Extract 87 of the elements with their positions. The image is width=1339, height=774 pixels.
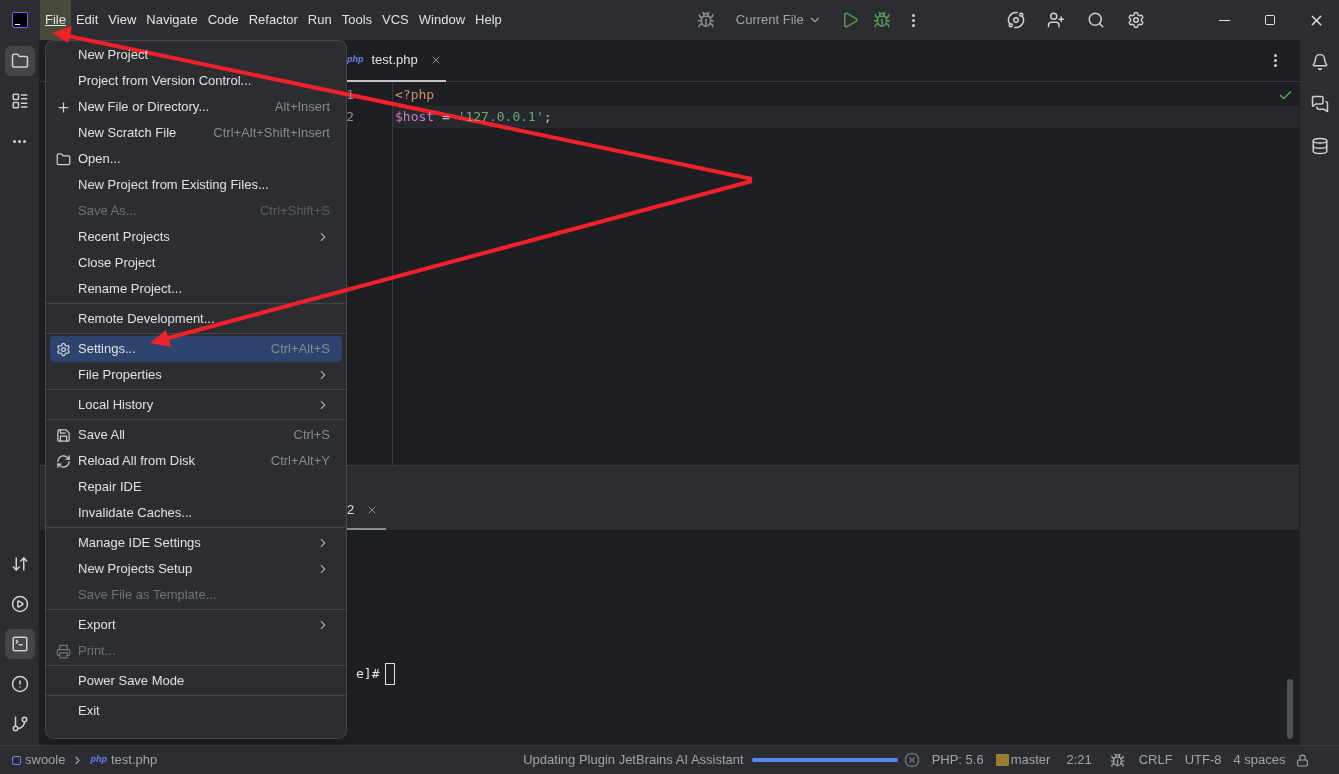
code-line: <?php [395,87,435,102]
menu-item[interactable]: Invalidate Caches... [50,500,342,526]
terminal-cursor [385,663,396,685]
search-icon [1086,11,1105,29]
menu-item[interactable]: Manage IDE Settings [50,530,342,556]
play-icon [10,595,29,613]
terminal-prompt: e]# [356,665,380,684]
menu-bar-item[interactable]: Edit [70,0,104,40]
tab-title: test.php [371,50,418,69]
cancel-icon [903,752,920,768]
menu-item[interactable]: Open... [50,146,342,172]
alert-icon [10,675,29,693]
more-icon [13,139,26,143]
folder-icon [56,151,71,167]
breadcrumb[interactable]: swoole [25,750,66,770]
arrows-icon [10,555,29,573]
menu-bar-item[interactable]: View [103,0,142,40]
menu-item[interactable]: Save All Ctrl+S [50,422,342,448]
menu-item[interactable]: New Projects Setup [50,556,342,582]
terminal-button[interactable] [4,629,35,659]
scrollbar [1287,679,1293,739]
line-separator[interactable]: CRLF [1138,750,1173,770]
menu-item[interactable]: Export [50,612,342,638]
cursor-position[interactable]: 2:21 [1066,750,1092,770]
minimize-icon [1218,19,1230,21]
menu-bar-item[interactable]: Window [413,0,471,40]
bug-icon [696,11,715,29]
sftp-icon [995,754,1009,766]
menu-item[interactable]: Project from Version Control... [50,68,342,94]
menu-bar-item[interactable]: Code [202,0,244,40]
indent-setting[interactable]: 4 spaces [1233,750,1286,770]
task-text: Updating Plugin JetBrains AI Assistant [523,751,744,770]
branch-icon [10,715,29,733]
menu-item[interactable]: Repair IDE [50,474,342,500]
spiral-icon [1006,11,1025,29]
module-icon [12,755,21,765]
plus-icon [56,99,71,115]
menu-item[interactable]: Reload All from Disk Ctrl+Alt+Y [50,448,342,474]
folder-button[interactable] [4,46,35,76]
branch-name[interactable]: master [1010,750,1051,770]
menu-bar-item[interactable]: Help [470,0,507,40]
structure-icon [10,92,29,110]
menu-item[interactable]: Close Project [50,250,342,276]
menu-item[interactable]: Local History [50,392,342,418]
menu-item[interactable]: Recent Projects [50,224,342,250]
line-number: 2 [346,108,354,126]
settings-icon [1126,11,1145,29]
menu-item[interactable]: New File or Directory... Alt+Insert [50,94,342,120]
run-config-dropdown[interactable]: Current File [735,10,822,30]
printer-icon [56,643,71,659]
menu-item[interactable]: Rename Project... [50,276,342,302]
breadcrumb[interactable]: test.php [110,750,158,770]
menu-item[interactable]: Remote Development... [50,306,342,332]
file-type-label: php [347,52,364,66]
floppy-icon [56,427,71,443]
menu-item[interactable]: Exit [50,698,342,724]
reload-icon [56,453,71,469]
chat-icon [1310,95,1329,113]
folder-icon [10,52,29,70]
add-user-icon [1046,11,1065,29]
database-icon [1310,137,1329,155]
menu-bar-item[interactable]: VCS [377,0,414,40]
php-version[interactable]: PHP: 5.6 [931,750,984,770]
menu-bar-item[interactable]: Tools [336,0,378,40]
terminal-icon [10,635,29,653]
line-number: 1 [346,86,354,104]
menu-bar-item[interactable]: Refactor [243,0,303,40]
menu-item[interactable]: File Properties [50,362,342,388]
app-logo-icon [12,12,28,28]
menu-item[interactable]: Power Save Mode [50,668,342,694]
menu-bar-item[interactable]: Run [302,0,337,40]
debug-icon [872,11,891,29]
menu-bar-item[interactable]: Navigate [141,0,203,40]
menu-item[interactable]: Settings... Ctrl+Alt+S [50,336,342,362]
encoding[interactable]: UTF-8 [1184,750,1222,770]
settings-icon [56,341,71,357]
notifications-icon [1310,53,1329,71]
menu-item[interactable]: New Scratch File Ctrl+Alt+Shift+Insert [50,120,342,146]
menu-item[interactable]: New Project from Existing Files... [50,172,342,198]
lock-icon [1295,753,1309,767]
cancel-button[interactable] [903,752,920,768]
more-icon [912,13,916,27]
bug-icon [1109,752,1125,768]
file-type-label: php [90,753,107,767]
maximize-icon [1264,14,1276,26]
more-icon [1273,54,1277,67]
menu-item[interactable]: New Project [50,42,342,68]
